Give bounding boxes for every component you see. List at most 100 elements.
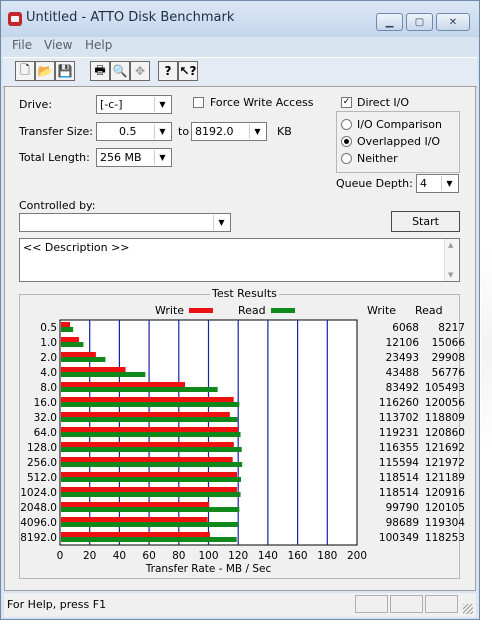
write-value-label: 12106 <box>386 337 420 349</box>
total-length-value: 256 MB <box>100 151 142 164</box>
x-tick-label: 20 <box>83 550 96 562</box>
print-button[interactable]: 🖶 <box>90 61 110 81</box>
transfer-size-to-select[interactable]: 8192.0 ▼ <box>191 122 267 141</box>
x-tick-label: 40 <box>113 550 126 562</box>
drive-select[interactable]: [-c-] ▼ <box>96 95 172 114</box>
bar-write <box>61 517 208 522</box>
save-button[interactable]: 💾 <box>55 61 75 81</box>
chevron-down-icon: ▼ <box>154 97 170 112</box>
read-value-label: 121189 <box>425 472 465 484</box>
queue-depth-select[interactable]: 4 ▼ <box>416 174 459 193</box>
direct-io-checkbox[interactable]: ✓ <box>341 97 352 108</box>
queue-depth-label: Queue Depth: <box>336 177 413 190</box>
move-icon: ✥ <box>134 64 146 78</box>
drive-value: [-c-] <box>100 98 123 111</box>
open-icon: 📂 <box>37 64 53 78</box>
read-value-label: 118809 <box>425 412 465 424</box>
category-label: 4.0 <box>40 367 57 379</box>
overlapped-io-label: Overlapped I/O <box>357 135 441 148</box>
title-bar: Untitled - ATTO Disk Benchmark ▁ ▢ ✕ <box>1 1 479 37</box>
x-tick-label: 160 <box>288 550 308 562</box>
app-window: Untitled - ATTO Disk Benchmark ▁ ▢ ✕ Fil… <box>0 0 480 620</box>
description-scrollbar[interactable]: ▲ ▼ <box>444 239 459 281</box>
resize-grip[interactable] <box>463 604 473 614</box>
bar-read <box>61 537 237 542</box>
controlled-by-label: Controlled by: <box>19 199 96 212</box>
bar-read <box>61 387 218 392</box>
window-title: Untitled - ATTO Disk Benchmark <box>26 10 235 25</box>
read-value-label: 120916 <box>425 487 465 499</box>
category-label: 1.0 <box>40 337 57 349</box>
write-value-label: 118514 <box>379 472 419 484</box>
x-tick-label: 80 <box>172 550 185 562</box>
context-help-button[interactable]: ↖? <box>178 61 198 81</box>
category-label: 128.0 <box>27 442 57 454</box>
x-tick-label: 60 <box>142 550 155 562</box>
category-label: 32.0 <box>34 412 57 424</box>
read-value-label: 105493 <box>425 382 465 394</box>
atto-app-icon <box>8 12 22 26</box>
write-value-label: 119231 <box>379 427 419 439</box>
bar-write <box>61 442 234 447</box>
bar-read <box>61 477 241 482</box>
neither-radio[interactable] <box>341 153 352 164</box>
status-pane-3 <box>425 595 458 613</box>
bar-read <box>61 492 241 497</box>
start-button[interactable]: Start <box>391 211 460 232</box>
write-value-label: 115594 <box>379 457 419 469</box>
category-label: 0.5 <box>40 322 57 334</box>
read-value-label: 120105 <box>425 502 465 514</box>
bar-read <box>61 507 240 512</box>
menu-view[interactable]: View <box>44 38 72 52</box>
write-value-label: 83492 <box>386 382 419 394</box>
bar-read <box>61 327 74 332</box>
toolbar: 🗋 📂 💾 🖶 🔍 ✥ ? ↖? <box>3 57 477 87</box>
bar-write <box>61 382 185 387</box>
category-label: 2.0 <box>40 352 57 364</box>
transfer-from-value: 0.5 <box>119 125 137 138</box>
x-tick-label: 200 <box>347 550 367 562</box>
bar-write <box>61 367 126 372</box>
bar-read <box>61 372 146 377</box>
io-comparison-radio[interactable] <box>341 119 352 130</box>
menu-help[interactable]: Help <box>85 38 112 52</box>
status-bar: For Help, press F1 <box>4 593 476 617</box>
to-label: to <box>178 125 190 138</box>
move-button[interactable]: ✥ <box>130 61 150 81</box>
category-label: 512.0 <box>27 472 57 484</box>
about-button[interactable]: ? <box>158 61 178 81</box>
queue-depth-value: 4 <box>420 177 427 190</box>
new-button[interactable]: 🗋 <box>15 61 35 81</box>
transfer-size-from-select[interactable]: 0.5 ▼ <box>96 122 172 141</box>
transfer-size-label: Transfer Size: <box>19 125 94 138</box>
new-icon: 🗋 <box>20 62 30 77</box>
description-textarea[interactable]: << Description >> ▲ ▼ <box>19 238 460 282</box>
read-value-label: 120860 <box>425 427 465 439</box>
total-length-select[interactable]: 256 MB ▼ <box>96 148 172 167</box>
print-preview-button[interactable]: 🔍 <box>110 61 130 81</box>
transfer-to-value: 8192.0 <box>195 125 234 138</box>
close-button[interactable]: ✕ <box>436 13 470 31</box>
minimize-button[interactable]: ▁ <box>376 13 403 31</box>
bar-read <box>61 357 106 362</box>
menu-file[interactable]: File <box>12 38 32 52</box>
background-edge <box>481 250 492 450</box>
category-label: 8192.0 <box>20 532 57 544</box>
read-value-label: 121972 <box>425 457 465 469</box>
bar-read <box>61 342 84 347</box>
chevron-down-icon: ▼ <box>154 150 170 165</box>
open-button[interactable]: 📂 <box>35 61 55 81</box>
x-axis-label: Transfer Rate - MB / Sec <box>145 563 272 575</box>
bar-write <box>61 412 230 417</box>
write-value-label: 113702 <box>379 412 419 424</box>
bar-write <box>61 397 234 402</box>
save-icon: 💾 <box>57 64 73 78</box>
chevron-down-icon: ▼ <box>441 176 457 191</box>
maximize-button[interactable]: ▢ <box>406 13 433 31</box>
controlled-by-select[interactable]: ▼ <box>19 213 231 232</box>
overlapped-io-radio[interactable] <box>341 136 352 147</box>
help-icon: ? <box>164 64 172 78</box>
force-write-checkbox[interactable] <box>193 97 204 108</box>
kb-label: KB <box>277 125 292 138</box>
write-value-label: 116260 <box>379 397 419 409</box>
